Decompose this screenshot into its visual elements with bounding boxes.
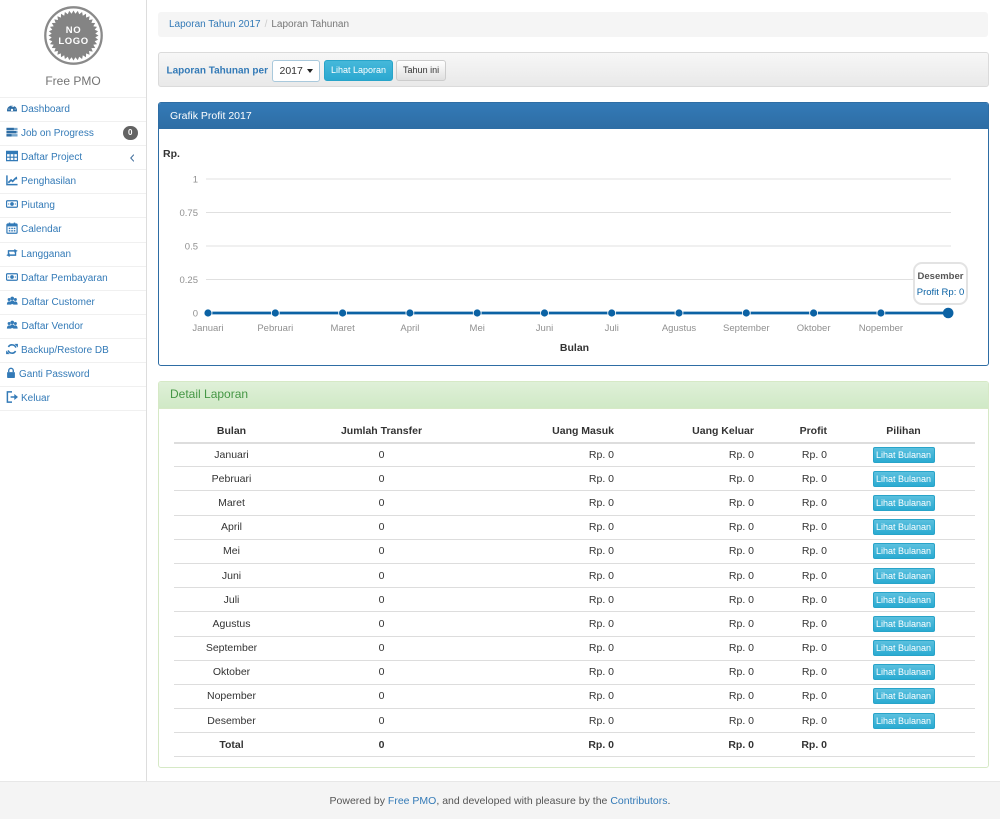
svg-text:Maret: Maret: [330, 323, 355, 334]
svg-text:Mei: Mei: [470, 323, 485, 334]
svg-text:Juli: Juli: [605, 323, 619, 334]
svg-text:Agustus: Agustus: [662, 323, 697, 334]
svg-text:NO: NO: [65, 25, 80, 36]
svg-text:April: April: [400, 323, 419, 334]
svg-text:LOGO: LOGO: [58, 36, 88, 47]
svg-text:0.25: 0.25: [180, 275, 199, 286]
svg-text:Januari: Januari: [192, 323, 223, 334]
svg-text:1: 1: [193, 175, 198, 186]
svg-text:Profit Rp: 0: Profit Rp: 0: [917, 287, 965, 298]
svg-text:0.5: 0.5: [185, 242, 198, 253]
svg-text:Nopember: Nopember: [859, 323, 903, 334]
svg-text:September: September: [723, 323, 769, 334]
svg-text:Pebruari: Pebruari: [257, 323, 293, 334]
svg-text:Desember: Desember: [918, 271, 964, 282]
svg-text:Oktober: Oktober: [797, 323, 831, 334]
svg-text:0: 0: [193, 309, 198, 320]
svg-text:Bulan: Bulan: [560, 342, 589, 354]
svg-text:Rp.: Rp.: [163, 148, 180, 160]
svg-text:Juni: Juni: [536, 323, 553, 334]
svg-text:0.75: 0.75: [180, 208, 199, 219]
